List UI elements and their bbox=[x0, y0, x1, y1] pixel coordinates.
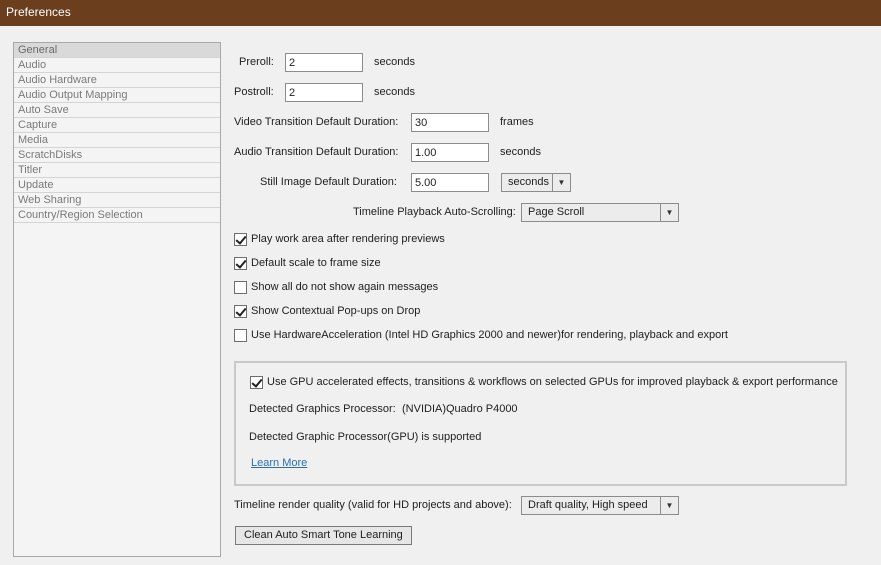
gpu-accelerated-label: Use GPU accelerated effects, transitions… bbox=[267, 376, 838, 388]
gpu-supported-text: Detected Graphic Processor(GPU) is suppo… bbox=[249, 431, 482, 443]
audio-transition-label: Audio Transition Default Duration: bbox=[234, 146, 399, 158]
play-work-area-checkbox[interactable] bbox=[234, 233, 247, 246]
timeline-scroll-dropdown[interactable]: Page Scroll ▼ bbox=[521, 203, 679, 222]
play-work-area-label: Play work area after rendering previews bbox=[251, 233, 445, 245]
learn-more-link[interactable]: Learn More bbox=[251, 457, 307, 469]
chevron-down-icon: ▼ bbox=[660, 497, 678, 514]
default-scale-checkbox[interactable] bbox=[234, 257, 247, 270]
video-transition-label: Video Transition Default Duration: bbox=[234, 116, 399, 128]
sidebar-item-scratch-disks[interactable]: ScratchDisks bbox=[14, 148, 220, 163]
chevron-down-icon: ▼ bbox=[660, 204, 678, 221]
still-image-label: Still Image Default Duration: bbox=[260, 176, 397, 188]
default-scale-label: Default scale to frame size bbox=[251, 257, 381, 269]
postroll-input[interactable] bbox=[285, 83, 363, 102]
sidebar-item-web-sharing[interactable]: Web Sharing bbox=[14, 193, 220, 208]
preroll-input[interactable] bbox=[285, 53, 363, 72]
timeline-scroll-selected: Page Scroll bbox=[528, 206, 585, 218]
clean-smart-tone-button[interactable]: Clean Auto Smart Tone Learning bbox=[235, 526, 412, 545]
sidebar-item-capture[interactable]: Capture bbox=[14, 118, 220, 133]
sidebar-item-update[interactable]: Update bbox=[14, 178, 220, 193]
sidebar-item-titler[interactable]: Titler bbox=[14, 163, 220, 178]
chevron-down-icon: ▼ bbox=[552, 174, 570, 191]
render-quality-selected: Draft quality, High speed bbox=[528, 499, 648, 511]
timeline-scroll-label: Timeline Playback Auto-Scrolling: bbox=[353, 206, 516, 218]
window-title: Preferences bbox=[6, 5, 71, 19]
preferences-category-list[interactable]: General Audio Audio Hardware Audio Outpu… bbox=[13, 42, 221, 557]
detected-gpu-label: Detected Graphics Processor: bbox=[249, 403, 396, 415]
sidebar-item-country-region[interactable]: Country/Region Selection bbox=[14, 208, 220, 223]
sidebar-item-auto-save[interactable]: Auto Save bbox=[14, 103, 220, 118]
video-transition-input[interactable] bbox=[411, 113, 489, 132]
still-image-input[interactable] bbox=[411, 173, 489, 192]
sidebar-item-general[interactable]: General bbox=[14, 43, 220, 58]
hardware-acceleration-checkbox[interactable] bbox=[234, 329, 247, 342]
render-quality-label: Timeline render quality (valid for HD pr… bbox=[234, 499, 512, 511]
sidebar-item-audio-hardware[interactable]: Audio Hardware bbox=[14, 73, 220, 88]
still-image-unit-dropdown[interactable]: seconds ▼ bbox=[501, 173, 571, 192]
video-transition-unit: frames bbox=[500, 116, 534, 128]
sidebar-item-audio-output-mapping[interactable]: Audio Output Mapping bbox=[14, 88, 220, 103]
audio-transition-input[interactable] bbox=[411, 143, 489, 162]
show-messages-label: Show all do not show again messages bbox=[251, 281, 439, 293]
contextual-popups-label: Show Contextual Pop-ups on Drop bbox=[251, 305, 421, 317]
render-quality-dropdown[interactable]: Draft quality, High speed ▼ bbox=[521, 496, 679, 515]
preroll-label: Preroll: bbox=[239, 56, 274, 68]
detected-gpu-value: (NVIDIA)Quadro P4000 bbox=[402, 403, 518, 415]
preroll-unit: seconds bbox=[374, 56, 415, 68]
window-titlebar: Preferences bbox=[0, 0, 881, 26]
postroll-label: Postroll: bbox=[234, 86, 274, 98]
still-image-unit-selected: seconds bbox=[508, 176, 549, 188]
sidebar-item-media[interactable]: Media bbox=[14, 133, 220, 148]
contextual-popups-checkbox[interactable] bbox=[234, 305, 247, 318]
sidebar-item-audio[interactable]: Audio bbox=[14, 58, 220, 73]
hardware-acceleration-label: Use HardwareAcceleration (Intel HD Graph… bbox=[251, 329, 728, 341]
gpu-settings-group: Use GPU accelerated effects, transitions… bbox=[234, 361, 847, 486]
postroll-unit: seconds bbox=[374, 86, 415, 98]
audio-transition-unit: seconds bbox=[500, 146, 541, 158]
gpu-accelerated-checkbox[interactable] bbox=[250, 376, 263, 389]
show-messages-checkbox[interactable] bbox=[234, 281, 247, 294]
